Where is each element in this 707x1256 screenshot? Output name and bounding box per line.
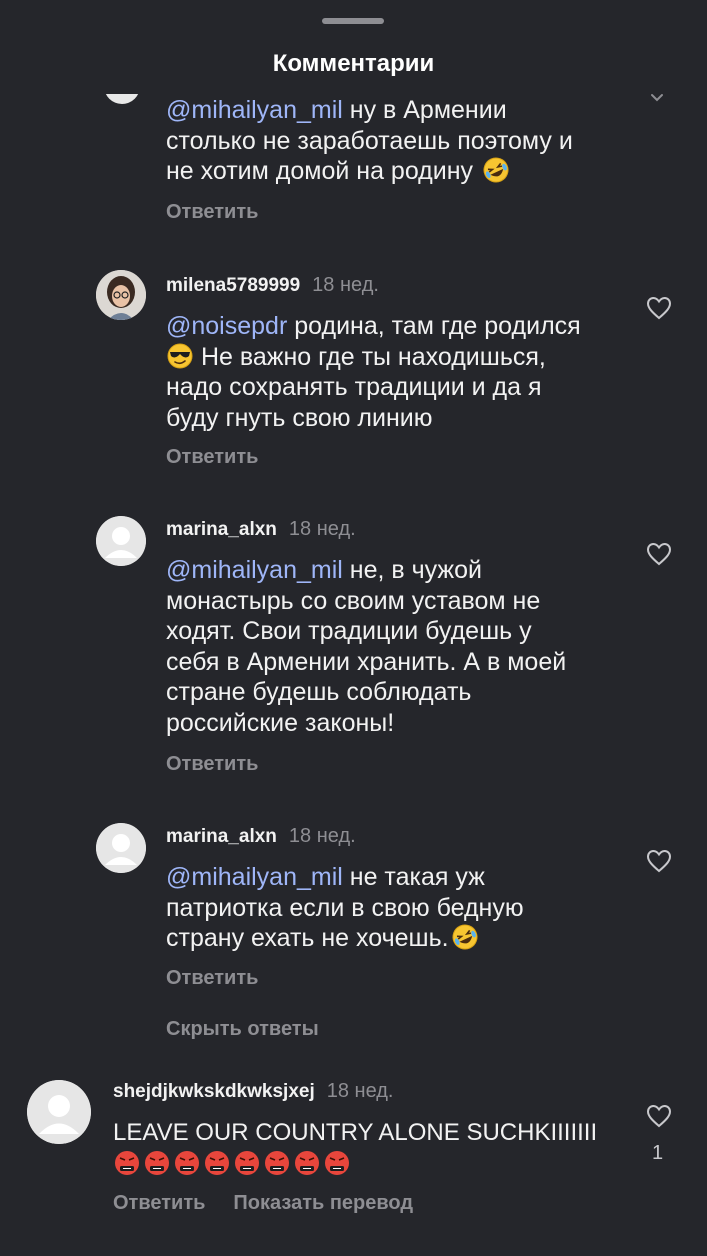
hide-replies-button[interactable]: Скрыть ответы	[166, 1018, 319, 1041]
default-avatar-icon	[96, 823, 146, 873]
username-link[interactable]: marina_alxn	[166, 826, 277, 847]
cursing-emoji	[265, 1150, 289, 1175]
heart-icon[interactable]	[646, 1104, 672, 1128]
page-title: Комментарии	[272, 50, 435, 77]
avatar[interactable]	[96, 270, 146, 320]
comment-time: 18 нед.	[288, 518, 356, 540]
reply-button[interactable]: Ответить	[166, 201, 258, 224]
heart-icon[interactable]	[646, 542, 672, 566]
comment-time: 18 нед.	[326, 1080, 394, 1102]
rofl-emoji	[483, 157, 509, 183]
rofl-emoji	[452, 924, 478, 950]
heart-icon[interactable]	[646, 296, 672, 320]
comment-time: 18 нед.	[312, 274, 379, 296]
avatar[interactable]	[96, 516, 146, 566]
mention-link[interactable]: @mihailyan_mil	[166, 863, 343, 891]
cursing-emoji	[325, 1150, 349, 1175]
username-link[interactable]: milena5789999	[166, 275, 300, 296]
comment-actions: Ответить Показать перевод	[113, 1192, 413, 1215]
comment-text: @mihailyan_mil не такая уж патриотка есл…	[166, 862, 646, 954]
show-translation-button[interactable]: Показать перевод	[233, 1192, 413, 1214]
cursing-emoji	[145, 1150, 169, 1175]
comment-text: @mihailyan_mil не, в чужой монастырь со …	[166, 555, 646, 738]
sunglasses-emoji	[167, 343, 193, 368]
comment-meta: marina_alxn 18 нед.	[166, 518, 356, 541]
cursing-emoji	[205, 1150, 229, 1175]
cursing-emoji	[295, 1150, 319, 1175]
drag-handle[interactable]	[322, 18, 384, 24]
comment-text-line: буду гнуть свою линию	[166, 403, 433, 432]
comment-text-line: Не важно где ты находишься,	[194, 342, 546, 371]
comment-text-line: надо сохранять традиции и да я	[166, 373, 542, 401]
avatar[interactable]	[27, 1080, 91, 1144]
cursing-emoji	[115, 1150, 139, 1175]
cursing-emoji	[235, 1150, 259, 1175]
username-link[interactable]: shejdjkwkskdkwksjxej	[113, 1081, 315, 1102]
username-link[interactable]: marina_alxn	[166, 519, 277, 540]
comment-text: @mihailyan_mil ну в Армении столько не з…	[166, 95, 646, 187]
comment-text-line: ну в Армении	[342, 96, 507, 124]
reply-button[interactable]: Ответить	[166, 753, 258, 776]
heart-icon[interactable]	[646, 849, 672, 873]
mention-link[interactable]: @noisepdr	[166, 312, 287, 340]
reply-button[interactable]: Ответить	[166, 967, 258, 990]
avatar-photo	[96, 270, 146, 320]
comment-meta: shejdjkwkskdkwksjxej 18 нед.	[113, 1080, 394, 1103]
top-avatar-stub	[104, 94, 140, 104]
like-count: 1	[652, 1142, 664, 1164]
default-avatar-icon	[27, 1080, 91, 1144]
comment-text: LEAVE OUR COUNTRY ALONE SUCHKIIIIIII	[113, 1118, 633, 1180]
avatar[interactable]	[96, 823, 146, 873]
comment-meta: marina_alxn 18 нед.	[166, 825, 356, 848]
comment-text-line: патриотка если в свою бедную	[166, 893, 524, 922]
comment-text-line: родина, там где родился	[287, 312, 581, 340]
comment-text-line: монастырь со своим уставом не	[166, 586, 541, 615]
comment-text-line: стране будешь соблюдать	[166, 678, 472, 706]
emoji-row	[113, 1149, 351, 1179]
mention-link[interactable]: @mihailyan_mil	[166, 96, 343, 124]
cursing-emoji	[175, 1150, 199, 1175]
comment-text: @noisepdr родина, там где родился Не важ…	[166, 311, 646, 433]
reply-button[interactable]: Ответить	[166, 446, 258, 469]
mention-link[interactable]: @mihailyan_mil	[166, 556, 343, 584]
comment-text-line: страну ехать не хочешь.	[166, 924, 449, 952]
comment-meta: milena5789999 18 нед.	[166, 274, 379, 297]
default-avatar-icon	[96, 516, 146, 566]
comment-text-line: себя в Армении хранить. А в моей	[166, 647, 567, 676]
comment-text-line: столько не заработаешь поэтому и	[166, 126, 573, 155]
chevron-down-icon[interactable]	[650, 93, 664, 103]
comment-text-line: LEAVE OUR COUNTRY ALONE SUCHKIIIIIII	[113, 1119, 598, 1146]
comment-text-line: не, в чужой	[342, 556, 483, 584]
comment-text-line: российские законы!	[166, 708, 395, 737]
reply-button[interactable]: Ответить	[113, 1192, 205, 1214]
comment-time: 18 нед.	[288, 825, 356, 847]
comment-text-line: не такая уж	[342, 863, 485, 891]
comment-text-line: не хотим домой на родину	[166, 157, 474, 185]
comment-text-line: ходят. Свои традиции будешь у	[166, 617, 532, 645]
